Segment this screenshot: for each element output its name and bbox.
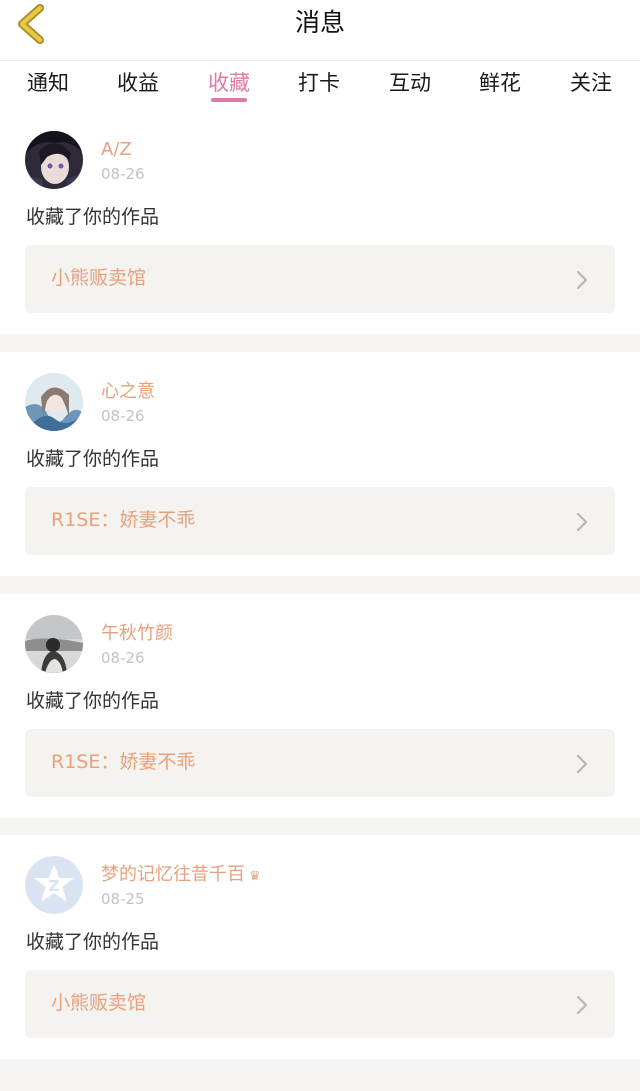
username[interactable]: 梦的记忆往昔千百 ♛: [101, 863, 261, 889]
work-title: 小熊贩卖馆: [51, 267, 147, 289]
tab-interactions[interactable]: 互动: [375, 68, 445, 98]
tab-earnings[interactable]: 收益: [103, 68, 173, 98]
message-date: 08-26: [101, 407, 145, 425]
active-tab-indicator: [211, 98, 247, 102]
page-title: 消息: [294, 8, 345, 37]
avatar[interactable]: [25, 131, 83, 189]
chevron-right-icon: [576, 995, 588, 1015]
avatar[interactable]: [25, 373, 83, 431]
tab-notifications[interactable]: 通知: [13, 68, 83, 98]
svg-text:Z: Z: [49, 877, 60, 895]
username-text: 梦的记忆往昔千百: [101, 864, 245, 885]
vip-crown-icon: ♛: [249, 869, 261, 884]
message-card: Z 梦的记忆往昔千百 ♛ 08-25 收藏了你的作品 小熊贩卖馆: [0, 835, 640, 1059]
message-card: 心之意 08-26 收藏了你的作品 R1SE：娇妻不乖: [0, 352, 640, 576]
message-date: 08-26: [101, 165, 145, 183]
action-text: 收藏了你的作品: [26, 206, 160, 228]
username[interactable]: 心之意: [101, 380, 155, 404]
work-link[interactable]: 小熊贩卖馆: [25, 970, 615, 1038]
tab-bar: 通知 收益 收藏 打卡 互动 鲜花 关注: [0, 60, 640, 111]
action-text: 收藏了你的作品: [26, 448, 160, 470]
message-date: 08-26: [101, 649, 145, 667]
message-card: A/Z 08-26 收藏了你的作品 小熊贩卖馆: [0, 110, 640, 334]
work-link[interactable]: R1SE：娇妻不乖: [25, 729, 615, 797]
chevron-right-icon: [576, 270, 588, 290]
tab-follows[interactable]: 关注: [556, 68, 626, 98]
action-text: 收藏了你的作品: [26, 690, 160, 712]
message-date: 08-25: [101, 890, 145, 908]
work-link[interactable]: R1SE：娇妻不乖: [25, 487, 615, 555]
top-bar: 消息: [0, 0, 640, 60]
message-card: 午秋竹颜 08-26 收藏了你的作品 R1SE：娇妻不乖: [0, 594, 640, 818]
work-link[interactable]: 小熊贩卖馆: [25, 245, 615, 313]
tab-favorites[interactable]: 收藏: [194, 68, 264, 98]
default-avatar-star-icon[interactable]: Z: [25, 856, 83, 914]
username[interactable]: A/Z: [101, 138, 132, 162]
chevron-right-icon: [576, 512, 588, 532]
username[interactable]: 午秋竹颜: [101, 622, 173, 646]
chevron-right-icon: [576, 754, 588, 774]
tab-flowers[interactable]: 鲜花: [465, 68, 535, 98]
work-title: R1SE：娇妻不乖: [51, 509, 196, 531]
avatar[interactable]: [25, 615, 83, 673]
tab-checkin[interactable]: 打卡: [284, 68, 354, 98]
work-title: R1SE：娇妻不乖: [51, 751, 196, 773]
action-text: 收藏了你的作品: [26, 931, 160, 953]
work-title: 小熊贩卖馆: [51, 992, 147, 1014]
